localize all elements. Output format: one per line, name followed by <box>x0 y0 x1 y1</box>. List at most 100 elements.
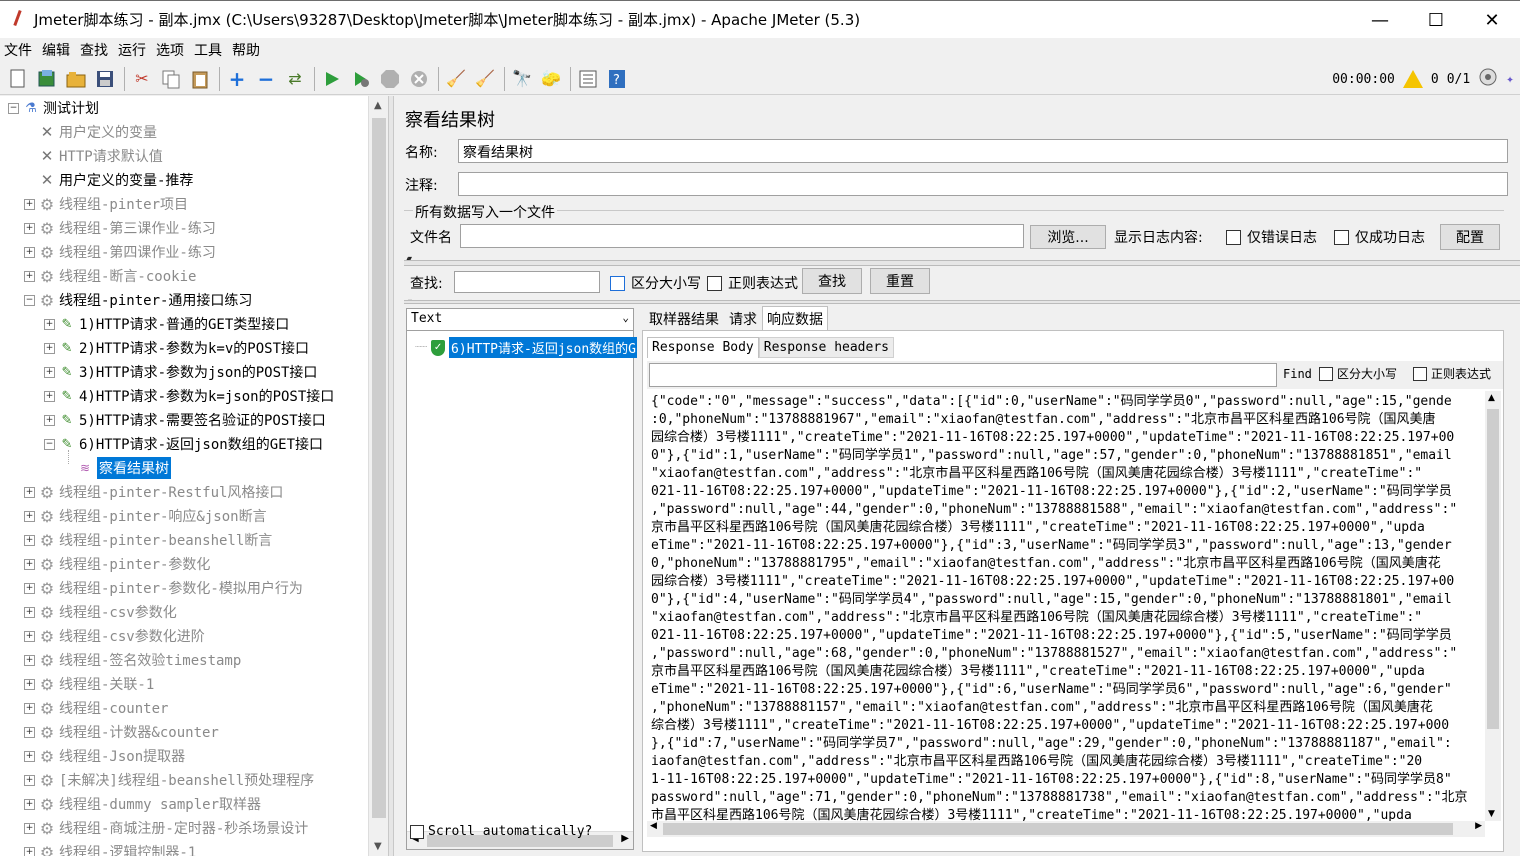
expand-node-icon[interactable]: + <box>44 390 55 402</box>
expand-all-icon[interactable]: + <box>225 67 249 91</box>
binoculars-icon[interactable]: 🔭 <box>510 67 534 91</box>
search-field[interactable] <box>454 271 600 293</box>
tab-response-headers[interactable]: Response headers <box>758 337 894 358</box>
tree-node[interactable]: ≋ 察看结果树 <box>62 456 171 480</box>
response-regex-checkbox[interactable]: 正则表达式 <box>1413 365 1491 382</box>
help-icon[interactable]: ? <box>605 67 629 91</box>
expand-node-icon[interactable]: + <box>24 726 35 738</box>
reset-search-icon[interactable]: 🧽 <box>539 67 563 91</box>
success-only-checkbox[interactable]: 仅成功日志 <box>1334 227 1425 247</box>
tree-node[interactable]: ✕ 用户定义的变量-推荐 <box>24 168 194 192</box>
tab-response-data[interactable]: 响应数据 <box>762 306 828 330</box>
maximize-button[interactable]: ☐ <box>1408 1 1464 39</box>
clear-all-icon[interactable]: 🧹 <box>473 67 497 91</box>
tree-node[interactable]: − ✎ 6)HTTP请求-返回json数组的GET接口 <box>44 432 323 456</box>
tree-node[interactable]: + ⚙ 线程组-pinter-beanshell断言 <box>24 528 272 552</box>
case-sensitive-checkbox[interactable]: 区分大小写 <box>610 273 701 293</box>
clear-icon[interactable]: 🧹 <box>444 67 468 91</box>
tree-node[interactable]: + ⚙ 线程组-第三课作业-练习 <box>24 216 216 240</box>
filename-field[interactable] <box>460 224 1024 248</box>
expand-node-icon[interactable]: + <box>24 822 35 834</box>
warning-icon[interactable] <box>1402 70 1423 88</box>
renderer-select[interactable]: Text ⌄ <box>407 309 633 331</box>
menu-options[interactable]: 选项 <box>156 40 184 60</box>
collapse-node-icon[interactable]: − <box>8 102 19 114</box>
expand-node-icon[interactable]: + <box>44 318 55 330</box>
tree-node[interactable]: + ⚙ 线程组-pinter-参数化-模拟用户行为 <box>24 576 303 600</box>
errors-only-checkbox[interactable]: 仅错误日志 <box>1226 227 1317 247</box>
sample-result-item[interactable]: ┈┈ ✓ 6)HTTP请求-返回json数组的GET接口 <box>415 337 638 358</box>
menu-file[interactable]: 文件 <box>4 40 32 60</box>
tree-node[interactable]: + ⚙ 线程组-第四课作业-练习 <box>24 240 216 264</box>
divider[interactable] <box>404 260 1520 266</box>
expand-node-icon[interactable]: + <box>24 534 35 546</box>
split-pane-divider[interactable] <box>388 96 394 856</box>
tree-node[interactable]: + ⚙ 线程组-签名效验timestamp <box>24 648 241 672</box>
expand-node-icon[interactable]: + <box>24 558 35 570</box>
tab-request[interactable]: 请求 <box>724 306 762 330</box>
scroll-down-arrow-icon[interactable]: ▼ <box>374 841 382 852</box>
browse-button[interactable]: 浏览... <box>1030 225 1106 249</box>
expand-node-icon[interactable]: + <box>24 198 35 210</box>
expand-node-icon[interactable]: + <box>24 582 35 594</box>
open-icon[interactable] <box>64 67 88 91</box>
name-field[interactable]: 察看结果树 <box>458 139 1508 163</box>
expand-node-icon[interactable]: + <box>24 702 35 714</box>
scroll-up-arrow-icon[interactable]: ▲ <box>1488 393 1495 403</box>
stop-icon[interactable] <box>378 67 402 91</box>
expand-node-icon[interactable]: + <box>24 750 35 762</box>
templates-icon[interactable] <box>35 67 59 91</box>
collapse-node-icon[interactable]: − <box>24 294 35 306</box>
tree-node[interactable]: + ✎ 1)HTTP请求-普通的GET类型接口 <box>44 312 289 336</box>
tree-node[interactable]: + ⚙ 线程组-计数器&counter <box>24 720 219 744</box>
collapse-node-icon[interactable]: − <box>44 438 55 450</box>
sample-result-label[interactable]: 6)HTTP请求-返回json数组的GET接口 <box>449 337 638 358</box>
tree-node[interactable]: + ✎ 4)HTTP请求-参数为k=json的POST接口 <box>44 384 334 408</box>
function-helper-icon[interactable] <box>576 67 600 91</box>
expand-node-icon[interactable]: + <box>24 222 35 234</box>
response-find-input[interactable] <box>649 363 1277 387</box>
scroll-up-arrow-icon[interactable]: ▲ <box>374 100 382 111</box>
tree-node[interactable]: + ⚙ 线程组-断言-cookie <box>24 264 196 288</box>
tree-node[interactable]: + ⚙ 线程组-关联-1 <box>24 672 154 696</box>
menu-run[interactable]: 运行 <box>118 40 146 60</box>
expand-node-icon[interactable]: + <box>24 654 35 666</box>
copy-icon[interactable] <box>159 67 183 91</box>
regex-checkbox[interactable]: 正则表达式 <box>707 273 798 293</box>
tree-scroll-thumb[interactable] <box>372 118 386 818</box>
start-no-pauses-icon[interactable] <box>349 67 373 91</box>
tab-response-body[interactable]: Response Body <box>647 337 759 358</box>
loggers-icon[interactable]: ✦ <box>1506 72 1514 87</box>
tree-node[interactable]: + ⚙ 线程组-逻辑控制器-1 <box>24 840 196 856</box>
response-body-hscroll[interactable]: ◀ ▶ <box>647 821 1485 837</box>
shutdown-icon[interactable] <box>407 67 431 91</box>
expand-node-icon[interactable]: + <box>24 486 35 498</box>
tree-scrollbar[interactable]: ▲ ▼ <box>368 96 388 856</box>
remote-icon[interactable] <box>1478 67 1498 91</box>
tree-node[interactable]: + ⚙ 线程组-dummy sampler取样器 <box>24 792 261 816</box>
tree-node[interactable]: ✕ 用户定义的变量 <box>24 120 157 144</box>
tree-node[interactable]: − ⚗ 测试计划 <box>8 96 99 120</box>
expand-node-icon[interactable]: + <box>44 342 55 354</box>
expand-node-icon[interactable]: + <box>24 510 35 522</box>
new-icon[interactable] <box>6 67 30 91</box>
scroll-right-arrow-icon[interactable]: ▶ <box>621 833 629 844</box>
expand-node-icon[interactable]: + <box>24 678 35 690</box>
collapse-all-icon[interactable]: − <box>254 67 278 91</box>
expand-node-icon[interactable]: + <box>24 270 35 282</box>
menu-help[interactable]: 帮助 <box>232 40 260 60</box>
tree-node[interactable]: + ⚙ 线程组-商城注册-定时器-秒杀场景设计 <box>24 816 308 840</box>
expand-node-icon[interactable]: + <box>24 798 35 810</box>
tree-node[interactable]: + ⚙ 线程组-pinter项目 <box>24 192 188 216</box>
toggle-icon[interactable]: ⇄ <box>283 67 307 91</box>
chevron-down-icon[interactable]: ⌄ <box>622 311 629 324</box>
tree-node[interactable]: + ⚙ 线程组-counter <box>24 696 168 720</box>
response-body-hscroll-thumb[interactable] <box>663 823 1453 835</box>
expand-node-icon[interactable]: + <box>24 630 35 642</box>
cut-icon[interactable]: ✂ <box>130 67 154 91</box>
menu-search[interactable]: 查找 <box>80 40 108 60</box>
tree-node[interactable]: + ⚙ 线程组-csv参数化 <box>24 600 177 624</box>
comment-field[interactable] <box>458 172 1508 196</box>
start-icon[interactable] <box>320 67 344 91</box>
response-body-vscroll[interactable]: ▲ ▼ <box>1485 391 1501 821</box>
